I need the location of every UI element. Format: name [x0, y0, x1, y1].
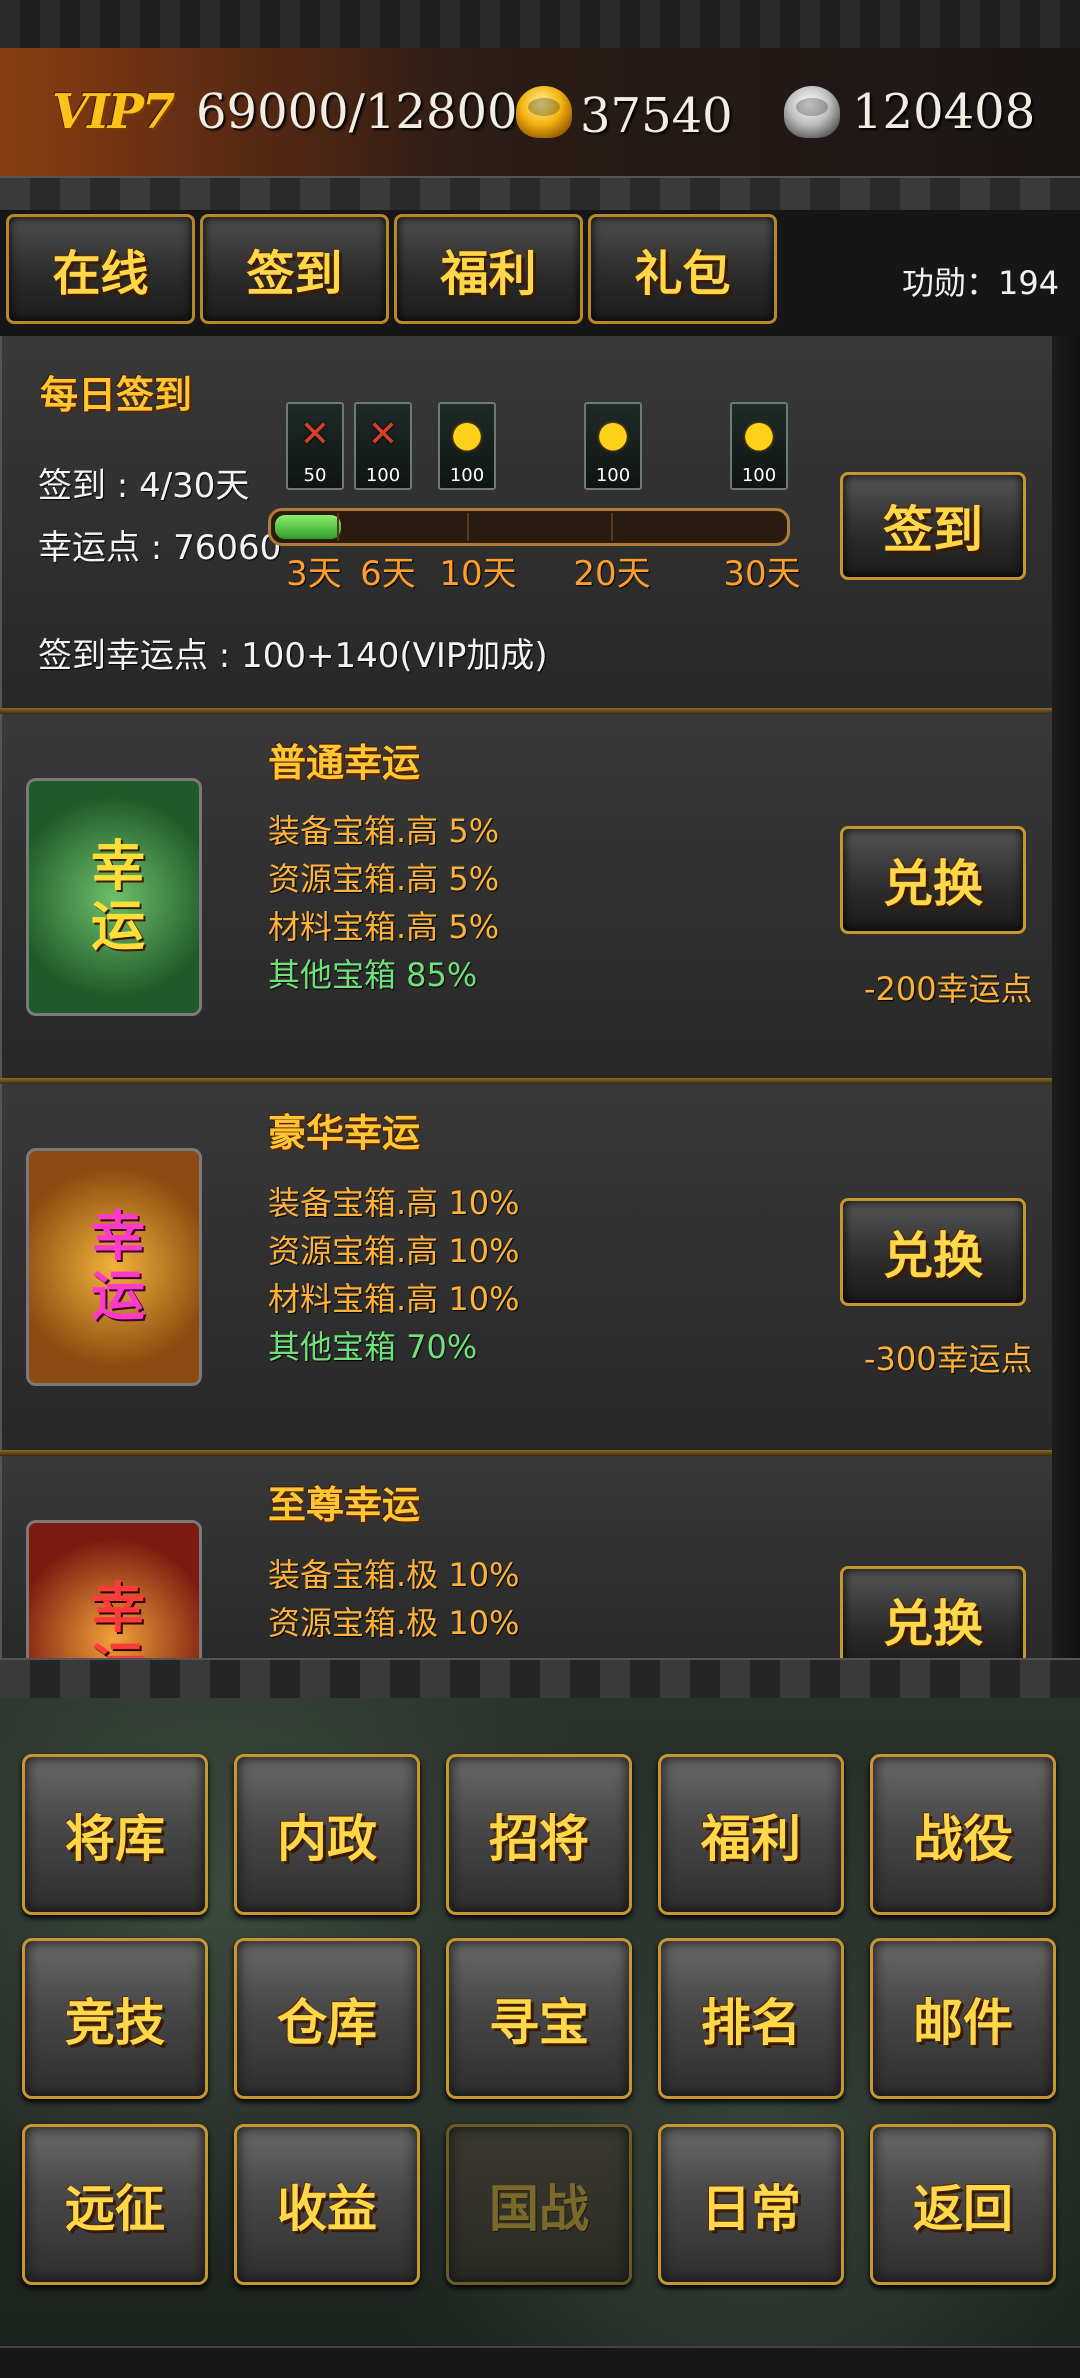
lucky-supreme-icon: 幸运 — [26, 1520, 202, 1658]
checkin-days: 签到 : 4/30天 — [38, 466, 250, 506]
menu-income[interactable]: 收益 — [234, 2124, 420, 2285]
reward-amount: 100 — [595, 465, 631, 486]
reward-day6[interactable]: ✕ 100 — [354, 402, 412, 490]
lucky-deluxe-title: 豪华幸运 — [268, 1110, 421, 1155]
tab-checkin[interactable]: 签到 — [200, 214, 389, 324]
menu-recruit[interactable]: 招将 — [446, 1754, 632, 1915]
menu-general-storage[interactable]: 将库 — [22, 1754, 208, 1915]
day-label-3: 3天 — [286, 554, 342, 594]
lucky-points: 幸运点 : 76060 — [38, 528, 282, 568]
menu-internal-affairs[interactable]: 内政 — [234, 1754, 420, 1915]
panel-scrollbar[interactable] — [1052, 336, 1080, 1658]
progress-tick — [467, 513, 469, 541]
silver-value: 120408 — [852, 84, 1036, 140]
menu-divider — [0, 1658, 1080, 1700]
reward-day30[interactable]: ● 100 — [730, 402, 788, 490]
lucky-deluxe-line-3: 材料宝箱.高 10% — [268, 1280, 520, 1318]
vip-badge[interactable]: VIP7 — [52, 84, 175, 144]
lucky-normal-line-1: 装备宝箱.高 5% — [268, 812, 500, 850]
menu-back[interactable]: 返回 — [870, 2124, 1056, 2285]
reward-amount: 100 — [365, 465, 401, 486]
lucky-deluxe-other: 其他宝箱 70% — [268, 1328, 478, 1366]
lucky-card-normal: 幸运 普通幸运 装备宝箱.高 5% 资源宝箱.高 5% 材料宝箱.高 5% 其他… — [0, 714, 1052, 1078]
menu-treasure-hunt[interactable]: 寻宝 — [446, 1938, 632, 2099]
silver-ingot-icon — [784, 86, 840, 138]
checkin-progress-bar — [268, 508, 790, 546]
tab-welfare[interactable]: 福利 — [394, 214, 583, 324]
menu-welfare[interactable]: 福利 — [658, 1754, 844, 1915]
checkin-progress-fill — [275, 515, 341, 539]
lucky-card-supreme: 幸运 至尊幸运 装备宝箱.极 10% 资源宝箱.极 10% 兑换 — [0, 1456, 1052, 1658]
lucky-normal-other: 其他宝箱 85% — [268, 956, 478, 994]
reward-day10[interactable]: ● 100 — [438, 402, 496, 490]
exp-value: 69000/128000 — [196, 84, 549, 140]
reward-day20[interactable]: ● 100 — [584, 402, 642, 490]
gold-coins-icon: ● — [597, 413, 629, 455]
day-label-6: 6天 — [360, 554, 416, 594]
menu-campaign[interactable]: 战役 — [870, 1754, 1056, 1915]
tab-online[interactable]: 在线 — [6, 214, 195, 324]
claimed-x-icon: ✕ — [299, 413, 331, 455]
lucky-deluxe-line-2: 资源宝箱.高 10% — [268, 1232, 520, 1270]
merit-label: 功勋：194 — [902, 264, 1060, 302]
menu-daily[interactable]: 日常 — [658, 2124, 844, 2285]
bottom-edge — [0, 2346, 1080, 2378]
reward-day3[interactable]: ✕ 50 — [286, 402, 344, 490]
progress-tick — [611, 513, 613, 541]
checkin-title: 每日签到 — [40, 372, 193, 417]
menu-national-war: 国战 — [446, 2124, 632, 2285]
exchange-supreme-button[interactable]: 兑换 — [840, 1566, 1026, 1658]
checkin-bonus: 签到幸运点 : 100+140(VIP加成) — [38, 636, 548, 676]
gold-ingot-icon — [516, 86, 572, 138]
lucky-normal-cost: -200幸运点 — [864, 970, 1033, 1008]
gold-value: 37540 — [580, 88, 733, 144]
lucky-normal-line-3: 材料宝箱.高 5% — [268, 908, 500, 946]
day-label-10: 10天 — [439, 554, 517, 594]
exchange-deluxe-button[interactable]: 兑换 — [840, 1198, 1026, 1306]
top-decoration — [0, 0, 1080, 50]
lucky-normal-icon: 幸运 — [26, 778, 202, 1016]
lucky-deluxe-cost: -300幸运点 — [864, 1340, 1033, 1378]
lucky-supreme-title: 至尊幸运 — [268, 1482, 421, 1527]
lucky-supreme-line-1: 装备宝箱.极 10% — [268, 1556, 520, 1594]
lucky-normal-line-2: 资源宝箱.高 5% — [268, 860, 500, 898]
day-label-20: 20天 — [573, 554, 651, 594]
checkin-button[interactable]: 签到 — [840, 472, 1026, 580]
menu-expedition[interactable]: 远征 — [22, 2124, 208, 2285]
menu-warehouse[interactable]: 仓库 — [234, 1938, 420, 2099]
claimed-x-icon: ✕ — [367, 413, 399, 455]
lucky-supreme-line-2: 资源宝箱.极 10% — [268, 1604, 520, 1642]
menu-ranking[interactable]: 排名 — [658, 1938, 844, 2099]
lucky-card-deluxe: 幸运 豪华幸运 装备宝箱.高 10% 资源宝箱.高 10% 材料宝箱.高 10%… — [0, 1084, 1052, 1450]
lucky-deluxe-icon: 幸运 — [26, 1148, 202, 1386]
menu-arena[interactable]: 竞技 — [22, 1938, 208, 2099]
menu-mail[interactable]: 邮件 — [870, 1938, 1056, 2099]
reward-amount: 50 — [303, 465, 327, 486]
reward-amount: 100 — [741, 465, 777, 486]
reward-amount: 100 — [449, 465, 485, 486]
header-divider — [0, 176, 1080, 214]
tab-gift[interactable]: 礼包 — [588, 214, 777, 324]
lucky-normal-title: 普通幸运 — [268, 740, 421, 785]
day-label-30: 30天 — [723, 554, 801, 594]
progress-tick — [337, 513, 339, 541]
gold-coins-icon: ● — [451, 413, 483, 455]
exchange-normal-button[interactable]: 兑换 — [840, 826, 1026, 934]
gold-coins-icon: ● — [743, 413, 775, 455]
lucky-deluxe-line-1: 装备宝箱.高 10% — [268, 1184, 520, 1222]
